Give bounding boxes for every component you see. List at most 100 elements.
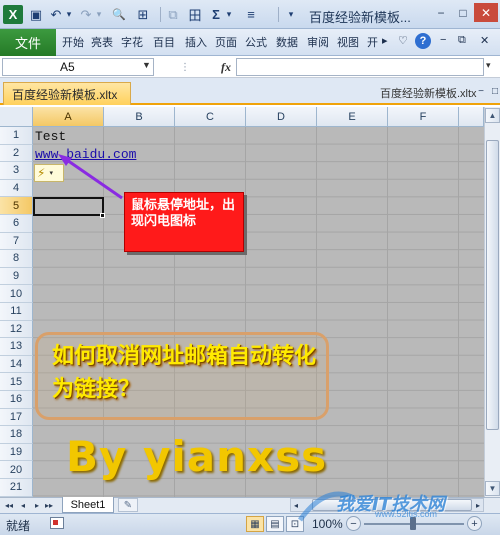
fill-handle[interactable]	[100, 213, 105, 218]
print-preview-icon[interactable]: 🔍	[110, 5, 128, 24]
workbook-restore-button[interactable]: □	[488, 84, 500, 98]
row-header[interactable]: 8	[0, 250, 33, 268]
row-header[interactable]: 6	[0, 215, 33, 233]
help-icon[interactable]: ?	[415, 33, 431, 49]
row-header[interactable]: 1	[0, 127, 33, 145]
new-sheet-icon[interactable]: ✎	[118, 498, 138, 512]
column-header[interactable]: A	[33, 107, 104, 127]
tab-file[interactable]: 文件	[0, 29, 56, 56]
tab-4[interactable]: 百目	[153, 34, 175, 51]
row-header[interactable]: 3	[0, 162, 33, 180]
save-icon[interactable]: ▣	[27, 5, 45, 24]
row-header[interactable]: 5	[0, 197, 33, 215]
ribbon-close-icon[interactable]: ✕	[480, 34, 494, 51]
row-header[interactable]: 20	[0, 461, 33, 479]
undo-dropdown-icon[interactable]: ▾	[64, 5, 74, 24]
select-all-corner[interactable]	[0, 107, 33, 127]
scroll-up-button[interactable]: ▲	[485, 108, 500, 123]
heart-icon[interactable]: ♡	[398, 34, 412, 51]
row-header[interactable]: 7	[0, 232, 33, 251]
column-header[interactable]: D	[246, 107, 317, 127]
tab-page-layout[interactable]: 页面	[215, 34, 237, 51]
autosum-dropdown-icon[interactable]: ▾	[224, 5, 234, 24]
scroll-down-button[interactable]: ▼	[485, 481, 500, 496]
callout-note: 鼠标悬停地址，出现闪电图标	[124, 192, 244, 252]
redo-dropdown-icon[interactable]: ▾	[94, 5, 104, 24]
column-header[interactable]: E	[317, 107, 388, 127]
cell-a1[interactable]: Test	[35, 129, 66, 144]
workbook-tab[interactable]: 百度经验新模板.xltx	[3, 82, 131, 105]
scroll-right-button[interactable]: ▸	[473, 498, 483, 512]
workbook-window-title: 百度经验新模板.xltx	[380, 88, 477, 100]
excel-logo-icon[interactable]: X	[3, 5, 23, 24]
column-header[interactable]: F	[388, 107, 459, 127]
table-icon[interactable]: 田	[186, 5, 204, 24]
row-header[interactable]: 18	[0, 426, 33, 444]
form-icon[interactable]: ⊞	[132, 5, 154, 24]
active-cell-a5[interactable]	[33, 197, 104, 216]
tab-data[interactable]: 数据	[276, 34, 298, 51]
separator	[278, 7, 279, 22]
row-header[interactable]: 19	[0, 443, 33, 462]
ribbon-scroll-icon[interactable]: ▸	[382, 34, 392, 51]
row-header[interactable]: 17	[0, 408, 33, 427]
row-header[interactable]: 14	[0, 355, 33, 374]
row-header[interactable]: 4	[0, 179, 33, 198]
column-header[interactable]	[459, 107, 484, 127]
ribbon-restore-icon[interactable]: ⧉	[458, 34, 472, 51]
insert-function-button[interactable]: fx	[216, 58, 236, 76]
next-sheet-button[interactable]: ▸	[32, 498, 42, 512]
minimize-button[interactable]: −	[430, 3, 452, 22]
tab-formulas[interactable]: 公式	[245, 34, 267, 51]
customize-qat-icon[interactable]: ▾	[284, 5, 298, 24]
row-header[interactable]: 10	[0, 285, 33, 303]
name-box-value: A5	[60, 60, 75, 74]
question-text: 如何取消网址邮箱自动转化为链接？	[52, 344, 317, 402]
name-box[interactable]	[2, 58, 154, 76]
row-header[interactable]: 15	[0, 373, 33, 391]
chevron-down-icon: ▾	[49, 170, 53, 177]
status-ready: 就绪	[6, 519, 31, 533]
macro-record-icon[interactable]	[50, 517, 64, 529]
column-header[interactable]: C	[175, 107, 246, 127]
sheet-tab-sheet1[interactable]: Sheet1	[62, 497, 114, 513]
first-sheet-button[interactable]: ◂◂	[4, 498, 14, 512]
page-layout-view-button[interactable]: ▤	[266, 516, 284, 532]
expand-formula-bar-icon[interactable]: ▾	[486, 60, 491, 71]
window-title: 百度经验新模板...	[309, 10, 411, 25]
chevron-down-icon[interactable]: ▼	[142, 60, 151, 70]
autosum-icon[interactable]: Σ	[208, 5, 224, 24]
tab-view[interactable]: 视图	[337, 34, 359, 51]
row-header[interactable]: 16	[0, 391, 33, 409]
cell-a2-hyperlink[interactable]: www.baidu.com	[35, 147, 136, 162]
row-header[interactable]: 13	[0, 338, 33, 356]
tab-insert[interactable]: 插入	[185, 34, 207, 51]
autocorrect-options-button[interactable]: ⚡ ▾	[34, 164, 64, 182]
formula-bar-resize-icon[interactable]: ⋮	[165, 58, 205, 76]
zoom-in-button[interactable]: +	[467, 516, 482, 531]
workbook-minimize-button[interactable]: −	[474, 84, 488, 98]
normal-view-button[interactable]: ▦	[246, 516, 264, 532]
align-icon[interactable]: ≡	[242, 5, 260, 24]
row-header[interactable]: 21	[0, 479, 33, 497]
ribbon-minimize-icon[interactable]: −	[440, 34, 452, 51]
row-header[interactable]: 11	[0, 303, 33, 321]
formula-input[interactable]	[236, 58, 484, 76]
row-header[interactable]: 12	[0, 320, 33, 339]
last-sheet-button[interactable]: ▸▸	[44, 498, 54, 512]
copy-icon[interactable]: ⧉	[164, 5, 182, 24]
tab-developer[interactable]: 开	[367, 34, 379, 51]
maximize-button[interactable]: □	[452, 3, 474, 22]
row-header[interactable]: 9	[0, 267, 33, 286]
row-header[interactable]: 2	[0, 144, 33, 163]
tab-2[interactable]: 亮表	[91, 34, 113, 51]
prev-sheet-button[interactable]: ◂	[18, 498, 28, 512]
tab-review[interactable]: 审阅	[307, 34, 329, 51]
tab-3[interactable]: 字花	[121, 34, 143, 51]
redo-icon[interactable]: ↷	[78, 5, 94, 24]
undo-icon[interactable]: ↶	[48, 5, 64, 24]
column-header[interactable]: B	[104, 107, 175, 127]
close-button[interactable]: ✕	[474, 3, 498, 22]
tab-home[interactable]: 开始	[62, 34, 84, 51]
vertical-scroll-thumb[interactable]	[486, 140, 499, 430]
